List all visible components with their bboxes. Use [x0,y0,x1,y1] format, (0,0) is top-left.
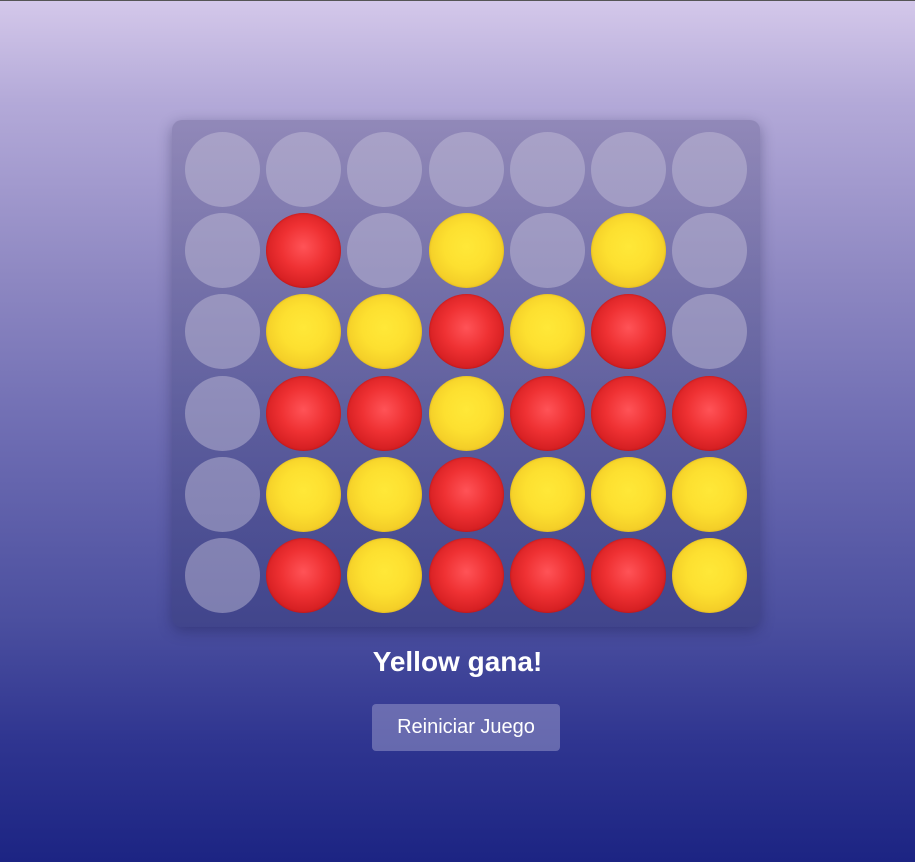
board-cell-r5-c2-yellow-disc[interactable] [266,456,342,532]
board-cell-r5-c6-yellow-disc[interactable] [591,456,666,532]
board-cell-r6-c1-empty[interactable] [185,538,260,613]
board-cell-r1-c2-empty[interactable] [266,132,342,207]
board-cell-r6-c2-red-disc[interactable] [266,538,342,613]
board-cell-r3-c3-yellow-disc[interactable] [347,294,423,370]
board-cell-r3-c4-red-disc[interactable] [428,294,504,370]
board-cell-r6-c7-yellow-disc[interactable] [672,538,748,613]
board-cell-r4-c1-empty[interactable] [185,375,260,451]
board-cell-r5-c7-yellow-disc[interactable] [672,456,748,532]
game-status: Yellow gana! [372,646,543,677]
board-cell-r2-c7-empty[interactable] [672,213,748,289]
board-cell-r5-c3-yellow-disc[interactable] [347,456,423,532]
board-cell-r4-c3-red-disc[interactable] [347,375,423,451]
board-cell-r4-c4-yellow-disc[interactable] [428,375,504,451]
board-cell-r1-c7-empty[interactable] [672,132,748,207]
board-cell-r2-c5-empty[interactable] [509,213,585,289]
board-cell-r2-c6-yellow-disc[interactable] [591,213,666,289]
board-cell-r1-c5-empty[interactable] [509,132,585,207]
board-cell-r1-c3-empty[interactable] [347,132,423,207]
board-cell-r5-c5-yellow-disc[interactable] [509,456,585,532]
board-cell-r6-c6-red-disc[interactable] [591,538,666,613]
board-cell-r6-c3-yellow-disc[interactable] [347,538,423,613]
board-cell-r4-c6-red-disc[interactable] [591,375,666,451]
board-cell-r3-c7-empty[interactable] [672,294,748,370]
board-cell-r5-c4-red-disc[interactable] [428,456,504,532]
board-cell-r6-c4-red-disc[interactable] [428,538,504,613]
board-cell-r6-c5-red-disc[interactable] [509,538,585,613]
board-cell-r1-c1-empty[interactable] [185,132,260,207]
board-cell-r2-c1-empty[interactable] [185,213,260,289]
board-cell-r3-c1-empty[interactable] [185,294,260,370]
board-cell-r2-c2-red-disc[interactable] [266,213,342,289]
board-cell-r1-c6-empty[interactable] [591,132,666,207]
top-border [0,0,915,1]
board-cell-r5-c1-empty[interactable] [185,456,260,532]
board-cell-r4-c2-red-disc[interactable] [266,375,342,451]
game-board [172,120,760,627]
board-cell-r2-c3-empty[interactable] [347,213,423,289]
board-cell-r4-c7-red-disc[interactable] [672,375,748,451]
board-cell-r3-c2-yellow-disc[interactable] [266,294,342,370]
board-cell-r3-c5-yellow-disc[interactable] [509,294,585,370]
reset-game-button[interactable]: Reiniciar Juego [372,704,560,751]
board-cell-r1-c4-empty[interactable] [428,132,504,207]
board-cell-r3-c6-red-disc[interactable] [591,294,666,370]
board-cell-r4-c5-red-disc[interactable] [509,375,585,451]
board-cell-r2-c4-yellow-disc[interactable] [428,213,504,289]
